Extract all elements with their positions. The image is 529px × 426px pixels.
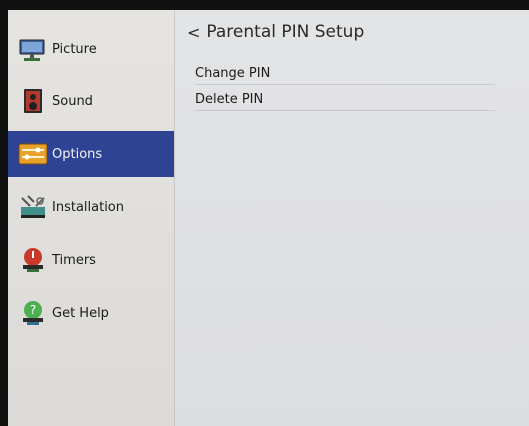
sidebar-item-label: Options	[52, 146, 103, 162]
sidebar-item-label: Installation	[52, 199, 125, 215]
option-change-pin[interactable]: Change PIN	[195, 62, 495, 85]
option-label: Delete PIN	[195, 91, 264, 107]
sidebar-item-get-help[interactable]: ? Get Help	[8, 290, 174, 336]
sidebar-item-sound[interactable]: Sound	[8, 78, 174, 124]
help-icon: ?	[18, 298, 48, 328]
sidebar-item-options[interactable]: Options	[8, 131, 174, 177]
option-delete-pin[interactable]: Delete PIN	[195, 88, 495, 111]
monitor-icon	[18, 34, 48, 64]
sidebar: Picture Sound Options Installation Timer…	[8, 10, 175, 426]
sidebar-item-label: Get Help	[52, 305, 109, 321]
sidebar-item-label: Timers	[52, 252, 96, 268]
page-title: < Parental PIN Setup	[187, 22, 364, 42]
svg-text:?: ?	[30, 303, 36, 317]
option-label: Change PIN	[195, 65, 271, 81]
timer-alarm-icon	[18, 245, 48, 275]
page-title-text: Parental PIN Setup	[206, 22, 365, 42]
installation-tools-icon	[18, 192, 48, 222]
speaker-icon	[18, 86, 48, 116]
sidebar-item-label: Picture	[52, 41, 97, 57]
sidebar-item-picture[interactable]: Picture	[8, 26, 174, 72]
sidebar-item-label: Sound	[52, 93, 93, 109]
sidebar-item-installation[interactable]: Installation	[8, 184, 174, 230]
options-panel-icon	[18, 139, 48, 169]
main-panel: < Parental PIN Setup Change PIN Delete P…	[175, 10, 529, 426]
tv-screen: Picture Sound Options Installation Timer…	[8, 10, 529, 426]
back-chevron-icon[interactable]: <	[187, 23, 200, 42]
sidebar-item-timers[interactable]: Timers	[8, 237, 174, 283]
